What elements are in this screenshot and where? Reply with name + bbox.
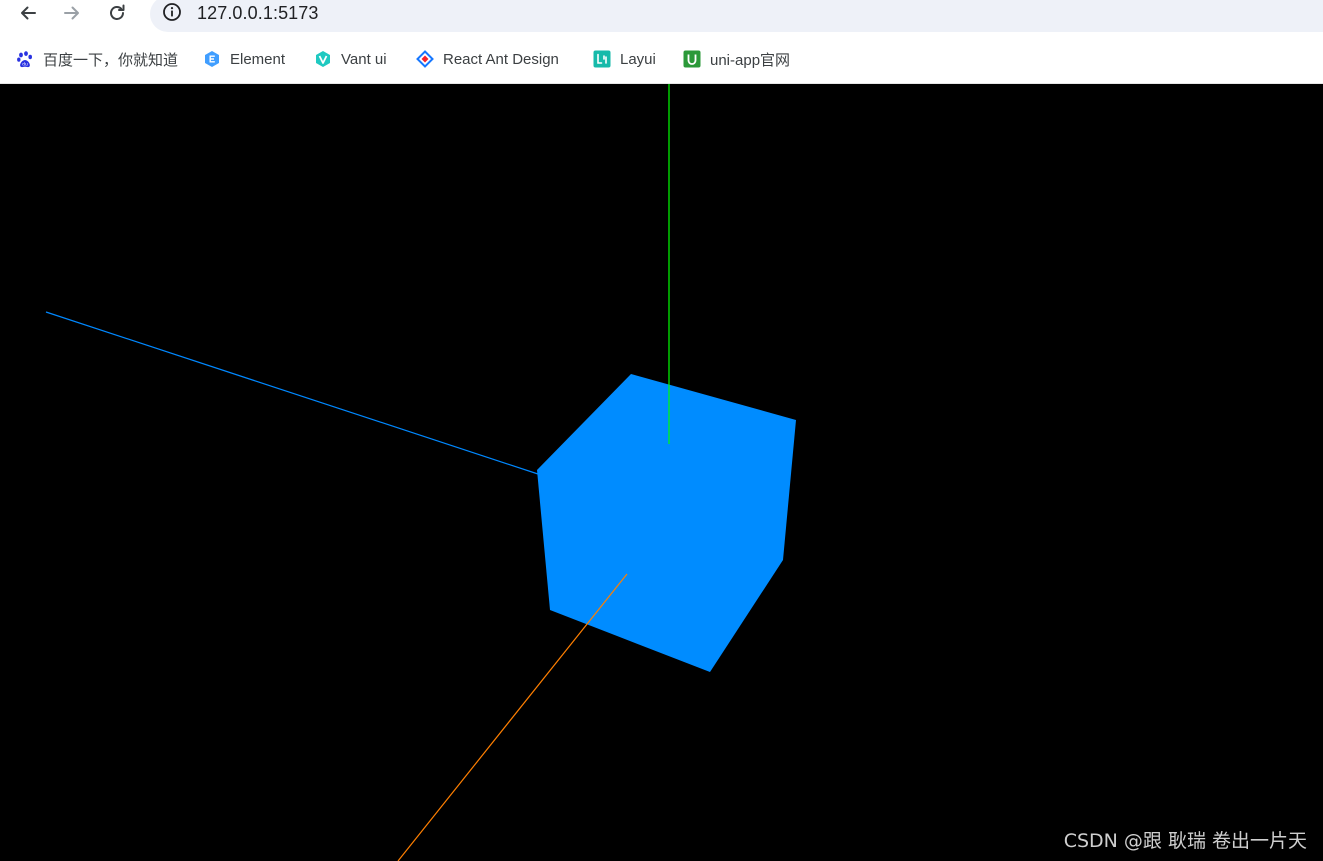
bookmark-react-ant-design[interactable]: React Ant Design xyxy=(416,48,559,70)
address-bar[interactable]: 127.0.0.1:5173 xyxy=(150,0,1323,32)
vant-logo-icon xyxy=(316,51,330,67)
arrow-right-icon xyxy=(64,6,79,20)
bookmark-baidu[interactable]: du 百度一下，你就知道 xyxy=(16,48,178,70)
bookmark-label: uni-app官网 xyxy=(710,51,791,69)
element-logo-icon xyxy=(205,51,219,67)
reload-button[interactable] xyxy=(100,0,134,26)
x-axis-line xyxy=(397,573,628,861)
browser-toolbar: 127.0.0.1:5173 xyxy=(0,0,1323,34)
bookmark-label: Layui xyxy=(620,50,656,68)
bookmark-vant[interactable]: Vant ui xyxy=(314,48,387,70)
bookmarks-bar: du 百度一下，你就知道 Element Vant ui React Ant D… xyxy=(0,34,1323,84)
reload-icon xyxy=(110,4,125,20)
bookmark-label: 百度一下，你就知道 xyxy=(43,51,179,69)
back-button[interactable] xyxy=(11,0,45,26)
z-axis-line xyxy=(45,311,539,475)
forward-button[interactable] xyxy=(55,0,89,26)
csdn-watermark: CSDN @跟 耿瑞 卷出一片天 xyxy=(1063,830,1307,852)
bookmark-label: React Ant Design xyxy=(443,50,559,68)
arrow-left-icon xyxy=(21,6,36,20)
cube-mesh xyxy=(537,374,796,672)
bookmark-layui[interactable]: Layui xyxy=(593,48,656,70)
info-circle-icon[interactable] xyxy=(162,2,182,22)
bookmark-label: Element xyxy=(230,50,286,68)
svg-text:du: du xyxy=(22,62,28,68)
bookmark-uniapp[interactable]: uni-app官网 xyxy=(683,48,790,70)
antd-logo-icon xyxy=(416,50,434,68)
bookmark-element[interactable]: Element xyxy=(203,48,285,70)
scene-svg xyxy=(45,84,796,861)
uniapp-logo-icon xyxy=(683,50,701,68)
webgl-canvas[interactable]: CSDN @跟 耿瑞 卷出一片天 xyxy=(0,84,1323,861)
url-text[interactable]: 127.0.0.1:5173 xyxy=(197,3,319,24)
bookmark-label: Vant ui xyxy=(341,50,387,68)
layui-logo-icon xyxy=(593,50,611,68)
baidu-paw-icon: du xyxy=(17,51,32,68)
